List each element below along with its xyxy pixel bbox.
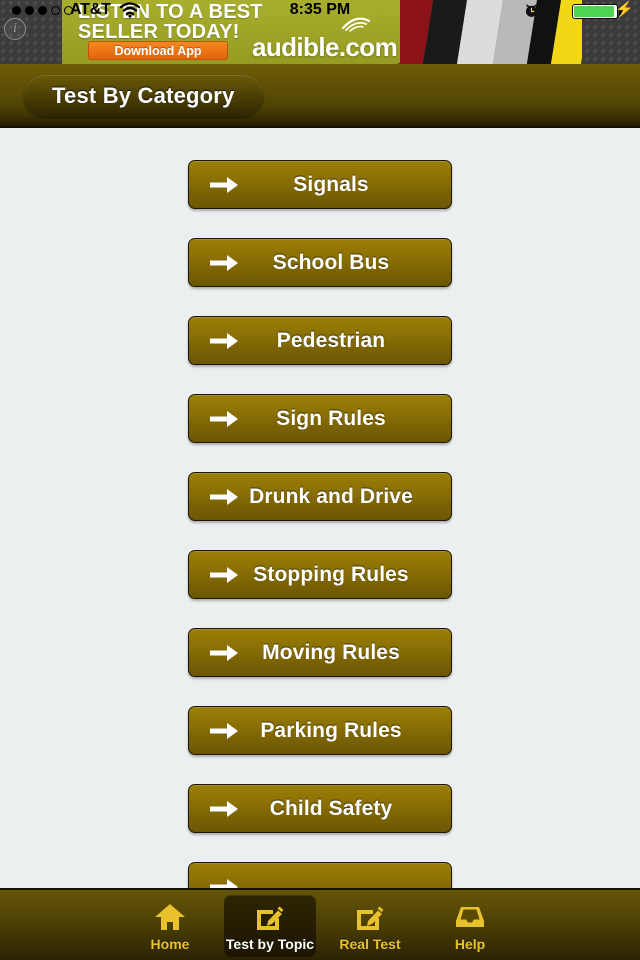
- arrow-right-icon: [209, 486, 239, 508]
- tab-item-label: Home: [150, 935, 190, 952]
- page-title: Test By Category: [24, 75, 263, 117]
- tab-item-home[interactable]: Home: [124, 895, 216, 957]
- category-button[interactable]: Drunk and Drive: [188, 472, 452, 521]
- arrow-right-icon: [209, 330, 239, 352]
- category-button[interactable]: Child Safety: [188, 784, 452, 833]
- tab-item-test-by-topic[interactable]: Test by Topic: [224, 895, 316, 957]
- category-button[interactable]: [188, 862, 452, 888]
- arrow-right-icon: [209, 564, 239, 586]
- tab-item-label: Test by Topic: [225, 935, 315, 952]
- inbox-icon: [453, 901, 487, 933]
- category-button[interactable]: Moving Rules: [188, 628, 452, 677]
- arrow-right-icon: [209, 876, 239, 888]
- category-button[interactable]: Signals: [188, 160, 452, 209]
- tab-bar: Home Test by Topic Real Test Help: [0, 888, 640, 960]
- ad-brand-text: audible.com: [252, 32, 398, 62]
- navigation-bar: Test By Category: [0, 64, 640, 128]
- tab-item-label: Real Test: [339, 935, 401, 952]
- category-button[interactable]: Pedestrian: [188, 316, 452, 365]
- home-icon: [153, 901, 187, 933]
- audible-logo-icon: [341, 12, 371, 32]
- arrow-right-icon: [209, 174, 239, 196]
- page-title-label: Test By Category: [52, 83, 235, 108]
- category-button[interactable]: Parking Rules: [188, 706, 452, 755]
- category-button[interactable]: School Bus: [188, 238, 452, 287]
- tab-item-label: Help: [454, 935, 486, 952]
- arrow-right-icon: [209, 408, 239, 430]
- tab-item-real-test[interactable]: Real Test: [324, 895, 416, 957]
- arrow-right-icon: [209, 252, 239, 274]
- tab-item-help[interactable]: Help: [424, 895, 516, 957]
- category-button[interactable]: Sign Rules: [188, 394, 452, 443]
- ad-book-covers: [400, 0, 582, 64]
- advertisement-banner[interactable]: LISTEN TO A BEST SELLER TODAY! Download …: [0, 0, 640, 64]
- compose-icon: [253, 901, 287, 933]
- category-button[interactable]: Stopping Rules: [188, 550, 452, 599]
- category-list: Signals School Bus Pedestrian Sign Rules Dru…: [0, 130, 640, 888]
- arrow-right-icon: [209, 720, 239, 742]
- arrow-right-icon: [209, 798, 239, 820]
- arrow-right-icon: [209, 642, 239, 664]
- ad-download-app-button[interactable]: Download App: [88, 41, 228, 60]
- compose-icon: [353, 901, 387, 933]
- ad-info-badge[interactable]: i: [4, 18, 26, 40]
